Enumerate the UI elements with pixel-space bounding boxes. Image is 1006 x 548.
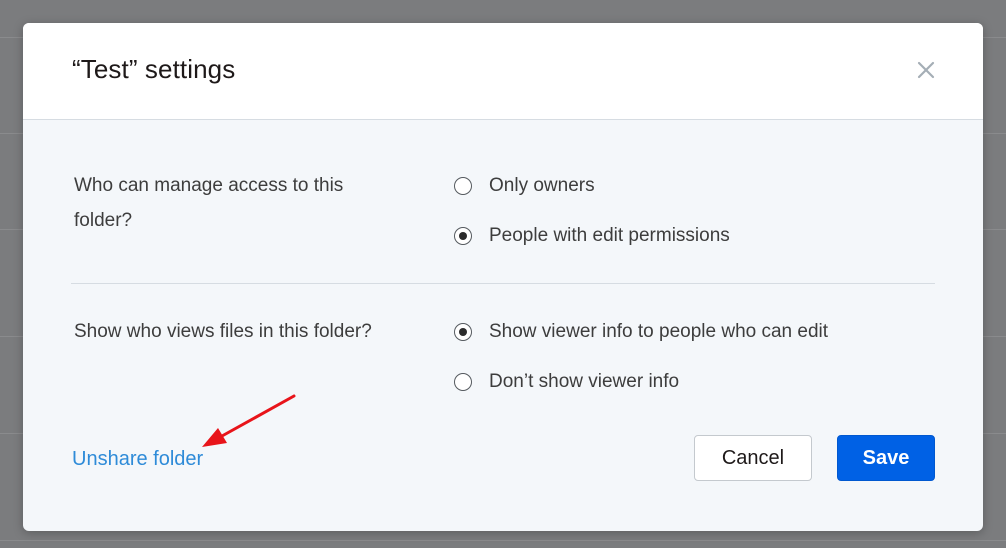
option-label: Show viewer info to people who can edit <box>489 321 829 342</box>
save-button[interactable]: Save <box>837 435 935 481</box>
option-label: Only owners <box>489 175 595 196</box>
viewer-info-question: Show who views files in this folder? <box>74 321 372 342</box>
option-label: Don’t show viewer info <box>489 371 680 392</box>
folder-settings-dialog: “Test” settings Who can manage access to… <box>23 23 983 531</box>
close-button[interactable] <box>911 55 939 83</box>
cancel-button[interactable]: Cancel <box>694 435 812 481</box>
option-show-viewer-info[interactable]: Show viewer info to people who can edit <box>454 317 828 347</box>
radio-show-viewer-info[interactable] <box>454 323 472 341</box>
radio-only-owners[interactable] <box>454 177 472 195</box>
unshare-folder-link[interactable]: Unshare folder <box>72 448 203 471</box>
option-label: People with edit permissions <box>489 225 730 246</box>
radio-edit-permissions[interactable] <box>454 227 472 245</box>
option-only-owners[interactable]: Only owners <box>454 171 595 201</box>
option-edit-permissions[interactable]: People with edit permissions <box>454 221 730 251</box>
manage-access-question: Who can manage access to this folder? <box>74 175 344 231</box>
radio-hide-viewer-info[interactable] <box>454 373 472 391</box>
dialog-title: “Test” settings <box>72 54 236 84</box>
section-divider <box>71 283 935 284</box>
option-hide-viewer-info[interactable]: Don’t show viewer info <box>454 367 679 397</box>
close-icon <box>917 61 935 79</box>
dialog-header: “Test” settings <box>23 23 983 120</box>
